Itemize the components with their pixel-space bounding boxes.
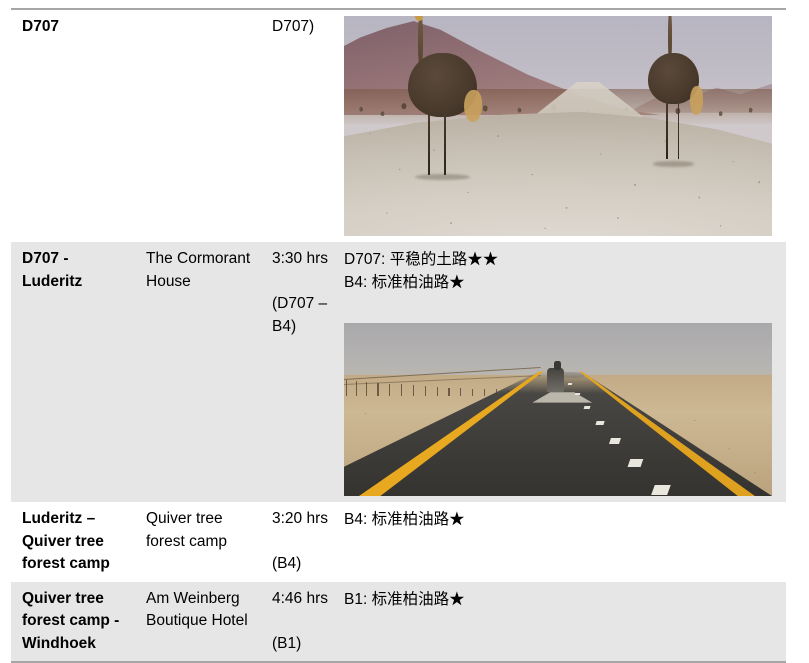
fence-post <box>401 384 403 396</box>
ostrich-leg <box>666 97 668 159</box>
accommodation-label: Quiver tree forest camp <box>146 510 227 550</box>
media-cell: B4: 标准柏油路★ <box>344 502 786 582</box>
fence-post <box>377 382 379 396</box>
road-description: 标准柏油路 <box>371 274 450 291</box>
fence-post <box>424 386 426 396</box>
ostrich-leg <box>677 98 679 159</box>
duration-code-label: D707) <box>272 18 315 35</box>
duration-cell: 3:20 hrs (B4) <box>261 502 344 582</box>
lane-dash <box>574 393 581 396</box>
accommodation-label <box>135 10 261 22</box>
duration-cell: 4:46 hrs (B1) <box>261 581 344 662</box>
road-condition-line: B4: 标准柏油路★ <box>344 508 786 531</box>
table-row: D707 - Luderitz The Cormorant House 3:30… <box>11 242 786 502</box>
route-cell: D707 <box>11 9 135 242</box>
lane-dash <box>627 458 644 467</box>
accommodation-cell <box>135 9 261 242</box>
road-condition-line: B4: 标准柏油路★ <box>344 271 786 294</box>
route-label: Luderitz – Quiver tree forest camp <box>22 510 110 572</box>
rating-stars: ★ <box>449 590 465 608</box>
rating-stars: ★★ <box>467 251 499 268</box>
fence-post <box>412 385 415 396</box>
fence-post <box>460 388 462 396</box>
accommodation-cell: Quiver tree forest camp <box>135 502 261 582</box>
accommodation-cell: The Cormorant House <box>135 242 261 502</box>
route-label: D707 <box>22 18 60 35</box>
fence-post <box>483 389 485 396</box>
media-cell <box>344 9 786 242</box>
fence-post <box>471 388 474 396</box>
ostrich-leg <box>428 108 430 176</box>
lane-dash <box>583 406 591 410</box>
route-cell: Quiver tree forest camp - Windhoek <box>11 581 135 662</box>
table-row: Luderitz – Quiver tree forest camp Quive… <box>11 502 786 582</box>
lane-dash <box>651 484 672 495</box>
distant-vehicle-top <box>553 361 561 370</box>
road-code: D707: <box>344 251 386 268</box>
accommodation-label: The Cormorant House <box>146 250 251 290</box>
table-row: Quiver tree forest camp - Windhoek Am We… <box>11 581 786 662</box>
distant-vehicle <box>547 367 565 393</box>
road-description: 平稳的土路 <box>389 251 468 268</box>
ostrich-left <box>408 16 483 181</box>
fence-post <box>389 383 391 396</box>
route-label: D707 - Luderitz <box>22 250 83 290</box>
fence-post <box>436 386 438 396</box>
fence-post <box>355 381 357 396</box>
duration-cell: 3:30 hrs (D707 – B4) <box>261 242 344 502</box>
rating-stars: ★ <box>449 511 465 528</box>
road-code: B4: <box>344 274 368 291</box>
accommodation-cell: Am Weinberg Boutique Hotel <box>135 581 261 662</box>
route-label: Quiver tree forest camp - Windhoek <box>22 589 120 652</box>
duration-label: 3:20 hrs <box>272 510 329 527</box>
duration-cell: D707) <box>261 9 344 242</box>
tarred-road-photo <box>344 323 772 496</box>
ostriches-gravel-road-photo <box>344 16 772 236</box>
road-code: B1: <box>344 590 368 608</box>
road-condition-line: D707: 平稳的土路★★ <box>344 248 786 271</box>
road-description: 标准柏油路 <box>371 511 450 528</box>
fence-post <box>448 387 450 396</box>
duration-label: 3:30 hrs <box>272 250 329 267</box>
fence-post <box>365 381 367 396</box>
rating-stars: ★ <box>449 274 465 291</box>
lane-dash <box>594 420 605 426</box>
ostrich-right <box>647 16 704 167</box>
media-cell: B1: 标准柏油路★ <box>344 581 786 662</box>
ostrich-leg <box>443 111 446 176</box>
road-code: B4: <box>344 511 368 528</box>
table-row: D707 D707) <box>11 9 786 242</box>
media-cell: D707: 平稳的土路★★ B4: 标准柏油路★ <box>344 242 786 502</box>
road-condition-line: B1: 标准柏油路★ <box>344 588 786 611</box>
itinerary-table: D707 D707) D707 - Luderitz The Cormorant… <box>11 8 786 663</box>
fence-post <box>345 380 348 396</box>
duration-code-label: (B1) <box>272 634 302 652</box>
document-page: D707 D707) D707 - Luderitz The Cormorant… <box>0 0 809 662</box>
road-description: 标准柏油路 <box>371 590 450 608</box>
route-cell: D707 - Luderitz <box>11 242 135 502</box>
route-cell: Luderitz – Quiver tree forest camp <box>11 502 135 582</box>
duration-label: 4:46 hrs <box>272 589 329 607</box>
ostrich-shadow <box>653 161 695 167</box>
duration-code-label: (B4) <box>272 555 302 572</box>
accommodation-label: Am Weinberg Boutique Hotel <box>146 589 248 630</box>
duration-code-label: (D707 – B4) <box>272 295 328 335</box>
